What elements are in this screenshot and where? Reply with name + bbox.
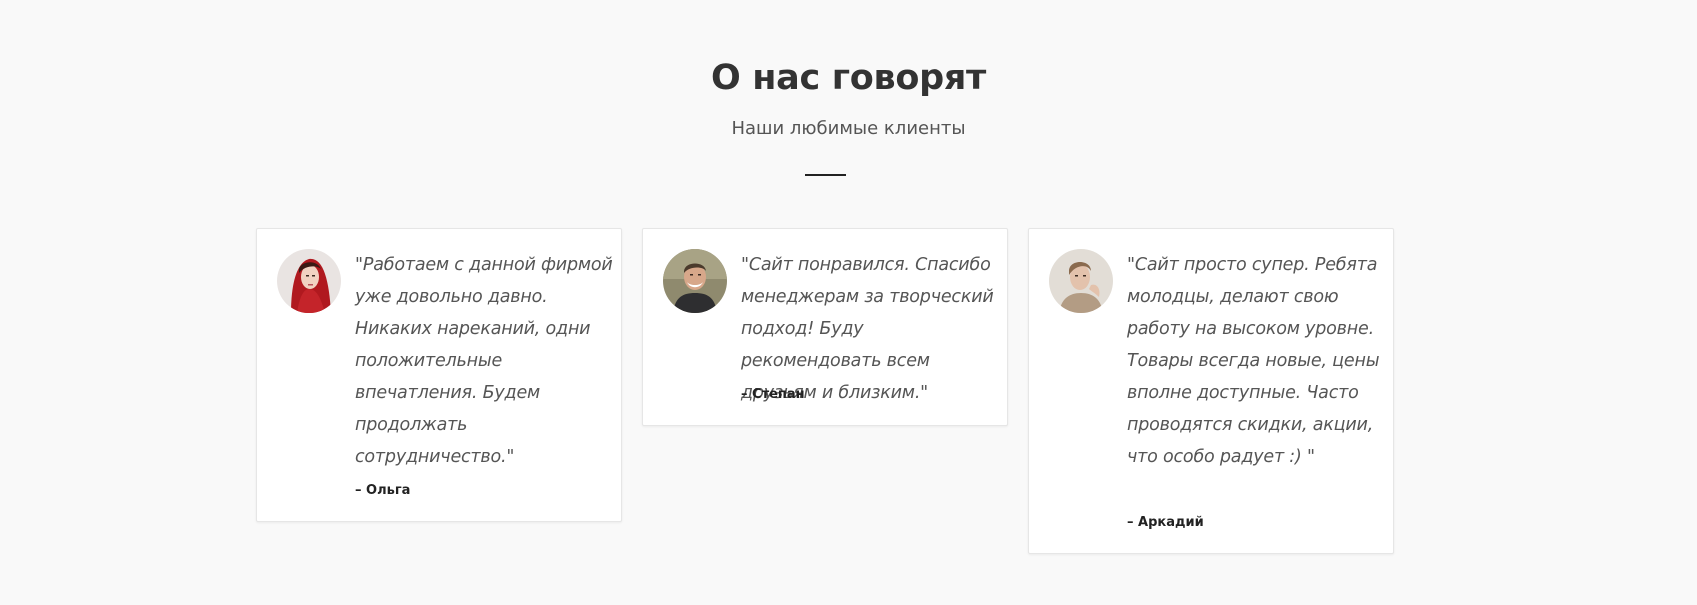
testimonial-card-arkadiy: "Сайт просто супер. Ребята молодцы, дела… (1028, 228, 1394, 554)
testimonial-author: – Ольга (355, 483, 411, 498)
testimonial-card-olga: "Работаем с данной фирмой уже довольно д… (256, 228, 622, 522)
testimonials-section: О нас говорят Наши любимые клиенты "Рабо… (0, 0, 1697, 605)
testimonial-author: – Аркадий (1127, 515, 1204, 530)
testimonial-quote: "Сайт просто супер. Ребята молодцы, дела… (1127, 255, 1380, 467)
testimonial-quote: "Работаем с данной фирмой уже довольно д… (355, 255, 613, 467)
title-divider (805, 174, 846, 176)
testimonial-quote: "Сайт понравился. Спасибо менеджерам за … (741, 255, 994, 403)
section-title: О нас говорят (710, 58, 987, 98)
young-man-avatar (1049, 249, 1113, 313)
section-subtitle: Наши любимые клиенты (731, 118, 966, 139)
woman-red-scarf-avatar (277, 249, 341, 313)
smiling-man-avatar (663, 249, 727, 313)
testimonial-card-stepan: "Сайт понравился. Спасибо менеджерам за … (642, 228, 1008, 426)
testimonial-author: – Степан (741, 387, 805, 402)
